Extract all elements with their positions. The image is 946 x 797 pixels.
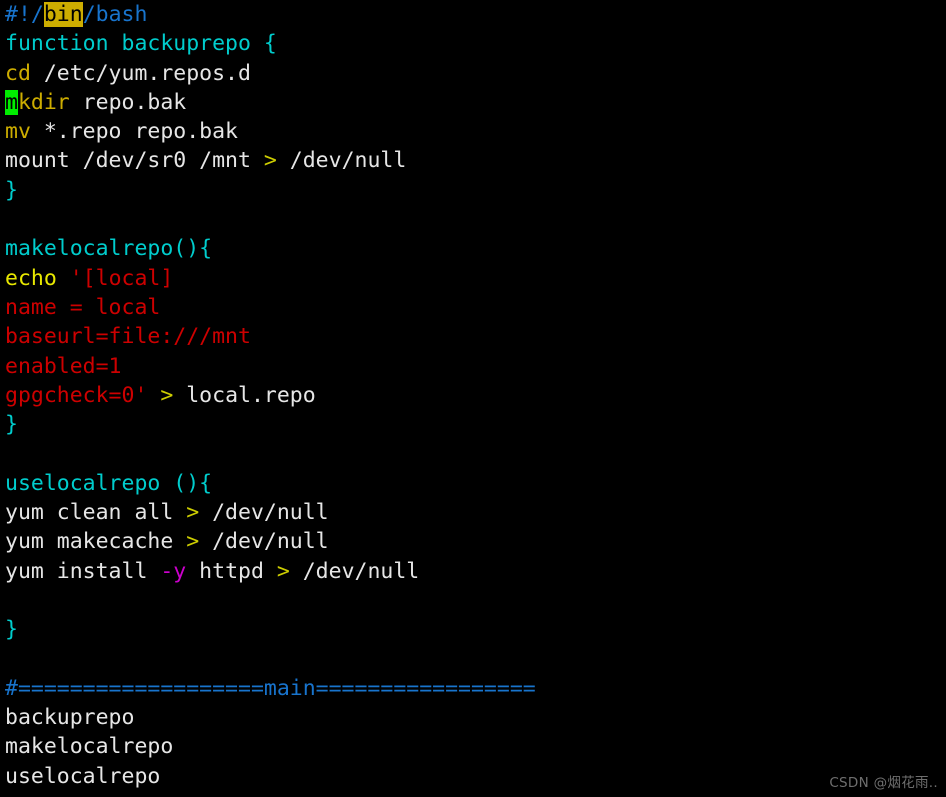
code-token: baseurl=file:///mnt — [5, 324, 251, 350]
code-line[interactable]: uselocalrepo — [0, 762, 946, 791]
code-token: name = local — [5, 294, 161, 320]
code-line[interactable]: function backuprepo { — [0, 29, 946, 58]
code-line[interactable]: uselocalrepo (){ — [0, 469, 946, 498]
code-line[interactable]: yum install -y httpd > /dev/null — [0, 557, 946, 586]
code-line[interactable] — [0, 586, 946, 615]
code-line[interactable]: makelocalrepo(){ — [0, 234, 946, 263]
code-line[interactable]: mount /dev/sr0 /mnt > /dev/null — [0, 146, 946, 175]
code-line[interactable]: #!/bin/bash — [0, 0, 946, 29]
code-token: > — [276, 558, 290, 584]
code-line[interactable]: backuprepo — [0, 703, 946, 732]
code-line[interactable]: baseurl=file:///mnt — [0, 322, 946, 351]
code-token: enabled=1 — [5, 353, 122, 379]
code-line[interactable] — [0, 645, 946, 674]
code-token: yum install — [5, 558, 161, 584]
code-line[interactable]: makelocalrepo — [0, 732, 946, 761]
code-line[interactable]: yum clean all > /dev/null — [0, 498, 946, 527]
code-token: echo — [5, 265, 57, 291]
code-token: > — [186, 529, 200, 555]
code-line[interactable]: yum makecache > /dev/null — [0, 527, 946, 556]
code-line[interactable]: enabled=1 — [0, 352, 946, 381]
code-token: mount /dev/sr0 /mnt — [5, 148, 264, 174]
search-match-highlight: bin — [43, 2, 83, 27]
code-token: -y — [160, 558, 187, 584]
code-token: } — [5, 412, 18, 438]
csdn-watermark: CSDN @烟花雨.. — [829, 775, 938, 791]
code-line[interactable]: } — [0, 615, 946, 644]
code-token: function backuprepo { — [5, 31, 277, 57]
code-token: yum makecache — [5, 529, 187, 555]
code-line[interactable]: mv *.repo repo.bak — [0, 117, 946, 146]
code-token: kdir — [17, 89, 70, 115]
code-token: '[local] — [69, 265, 174, 291]
code-token: > — [186, 500, 200, 526]
code-token: /dev/null — [199, 529, 329, 555]
code-line[interactable]: } — [0, 176, 946, 205]
code-token: repo.bak — [69, 89, 187, 115]
code-token: #===================main================… — [5, 675, 536, 701]
code-token: > — [160, 382, 174, 408]
code-line[interactable]: name = local — [0, 293, 946, 322]
code-token: } — [5, 177, 18, 203]
code-token: uselocalrepo — [5, 763, 161, 789]
code-token: gpgcheck=0' — [5, 382, 148, 408]
code-token: cd — [5, 60, 31, 86]
code-token: /etc/yum.repos.d — [30, 60, 251, 86]
code-token: /dev/null — [276, 148, 407, 174]
code-line[interactable] — [0, 439, 946, 468]
code-token: mv — [5, 119, 31, 145]
code-token: /dev/null — [289, 558, 420, 584]
code-token: uselocalrepo (){ — [5, 470, 213, 496]
code-line[interactable]: gpgcheck=0' > local.repo — [0, 381, 946, 410]
code-editor-pane[interactable]: #!/bin/bash function backuprepo {cd /etc/… — [0, 0, 946, 797]
code-token: } — [5, 617, 18, 643]
text-cursor: m — [5, 89, 18, 115]
code-token: /dev/null — [199, 500, 329, 526]
code-token: yum clean all — [5, 500, 187, 526]
code-token: local.repo — [173, 382, 316, 408]
code-line[interactable]: #===================main================… — [0, 674, 946, 703]
code-line[interactable]: echo '[local] — [0, 264, 946, 293]
code-line[interactable]: cd /etc/yum.repos.d — [0, 59, 946, 88]
code-token: #!/ — [5, 2, 44, 27]
code-line[interactable]: mkdir repo.bak — [0, 88, 946, 117]
code-token: makelocalrepo — [5, 734, 174, 760]
code-token: /bash — [82, 2, 148, 27]
code-token: backuprepo — [5, 705, 135, 731]
code-lines-container: #!/bin/bash function backuprepo {cd /etc/… — [0, 0, 946, 791]
code-line[interactable]: } — [0, 410, 946, 439]
code-token: *.repo repo.bak — [30, 119, 238, 145]
code-token: makelocalrepo(){ — [5, 236, 213, 262]
code-token: httpd — [186, 558, 277, 584]
code-token: > — [263, 148, 277, 174]
code-line[interactable] — [0, 205, 946, 234]
